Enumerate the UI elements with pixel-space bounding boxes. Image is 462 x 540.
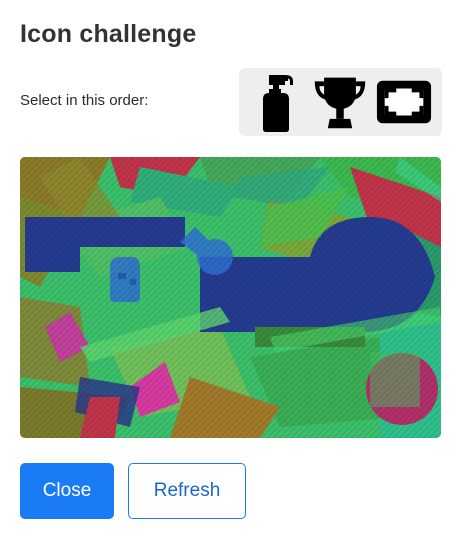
instruction-text: Select in this order: — [20, 92, 149, 109]
target-icon-sequence — [239, 68, 442, 136]
film-frame-icon — [375, 72, 433, 132]
spray-bottle-icon — [248, 72, 306, 132]
trophy-icon — [311, 72, 369, 132]
close-button[interactable]: Close — [20, 463, 114, 519]
instruction-row: Select in this order: — [20, 68, 442, 136]
challenge-image[interactable] — [20, 157, 441, 438]
refresh-button[interactable]: Refresh — [128, 463, 246, 519]
dialog-title: Icon challenge — [20, 20, 197, 48]
